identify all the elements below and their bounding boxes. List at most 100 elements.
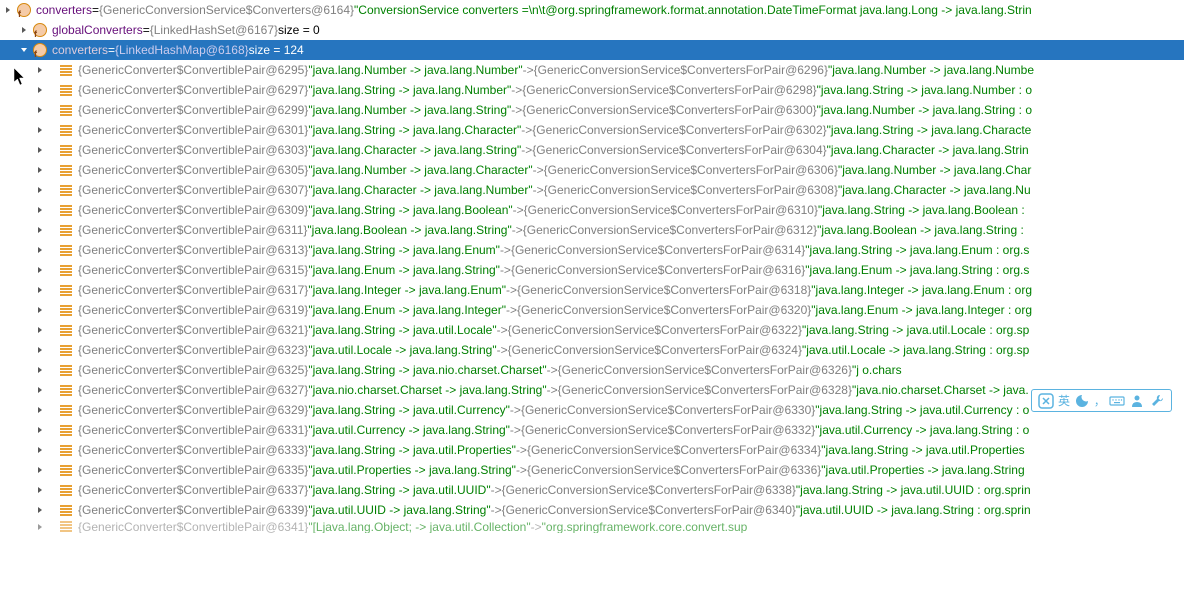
expand-arrow-icon[interactable] <box>32 282 48 298</box>
key-string: "java.lang.String -> java.lang.Boolean" <box>308 200 512 220</box>
expand-arrow-icon[interactable] <box>32 302 48 318</box>
tree-row[interactable]: {GenericConverter$ConvertiblePair@6325} … <box>0 360 1184 380</box>
tree-row[interactable]: {GenericConverter$ConvertiblePair@6335} … <box>0 460 1184 480</box>
tree-row[interactable]: {GenericConverter$ConvertiblePair@6331} … <box>0 420 1184 440</box>
expand-arrow-icon[interactable] <box>32 342 48 358</box>
expand-arrow-icon[interactable] <box>32 182 48 198</box>
ime-lang-label: 英 <box>1058 392 1070 409</box>
expand-arrow-icon[interactable] <box>32 362 48 378</box>
tree-row[interactable]: {GenericConverter$ConvertiblePair@6313} … <box>0 240 1184 260</box>
value-ref: {GenericConversionService$ConvertersForP… <box>521 400 815 420</box>
expand-arrow-icon[interactable] <box>32 382 48 398</box>
tree-row[interactable]: {GenericConverter$ConvertiblePair@6315} … <box>0 260 1184 280</box>
expand-arrow-icon[interactable] <box>32 442 48 458</box>
value-string: "java.lang.Number -> java.lang.Numbe <box>828 60 1034 80</box>
equals: = <box>108 40 115 60</box>
key-ref: {GenericConverter$ConvertiblePair@6341} <box>78 520 308 533</box>
arrow-sep: -> <box>510 400 521 420</box>
expand-arrow-icon[interactable] <box>32 242 48 258</box>
key-ref: {GenericConverter$ConvertiblePair@6313} <box>78 240 308 260</box>
tree-row[interactable]: {GenericConverter$ConvertiblePair@6329} … <box>0 400 1184 420</box>
expand-arrow-icon[interactable] <box>32 402 48 418</box>
value-ref: {GenericConversionService$ConvertersForP… <box>508 340 802 360</box>
tree-row[interactable]: {GenericConverter$ConvertiblePair@6341} … <box>0 520 1184 533</box>
expand-arrow-icon[interactable] <box>32 322 48 338</box>
expand-arrow-icon[interactable] <box>16 42 32 58</box>
field-name: globalConverters <box>52 20 143 40</box>
expand-arrow-icon[interactable] <box>0 2 16 18</box>
tree-row[interactable]: fglobalConverters = {LinkedHashSet@6167}… <box>0 20 1184 40</box>
ime-punct: ， <box>1094 393 1105 409</box>
expand-arrow-icon[interactable] <box>32 82 48 98</box>
tree-row[interactable]: {GenericConverter$ConvertiblePair@6301} … <box>0 120 1184 140</box>
expand-arrow-icon[interactable] <box>32 102 48 118</box>
tree-row[interactable]: {GenericConverter$ConvertiblePair@6333} … <box>0 440 1184 460</box>
value-string: "java.util.UUID -> java.lang.String : or… <box>796 500 1031 520</box>
expand-arrow-icon[interactable] <box>32 262 48 278</box>
tree-row[interactable]: {GenericConverter$ConvertiblePair@6317} … <box>0 280 1184 300</box>
tree-row[interactable]: {GenericConverter$ConvertiblePair@6319} … <box>0 300 1184 320</box>
arrow-sep: -> <box>516 460 527 480</box>
tree-row[interactable]: {GenericConverter$ConvertiblePair@6321} … <box>0 320 1184 340</box>
expand-arrow-icon[interactable] <box>16 22 32 38</box>
value-string: "java.lang.Number -> java.lang.String : … <box>817 100 1032 120</box>
value-ref: {GenericConversionService$ConvertersForP… <box>532 140 826 160</box>
arrow-sep: -> <box>511 100 522 120</box>
arrow-sep: -> <box>521 120 532 140</box>
debugger-tree[interactable]: fconverters = {GenericConversionService$… <box>0 0 1184 533</box>
value-ref: {GenericConversionService$ConvertersForP… <box>558 380 852 400</box>
arrow-sep: -> <box>512 220 523 240</box>
tree-row[interactable]: {GenericConverter$ConvertiblePair@6305} … <box>0 160 1184 180</box>
key-ref: {GenericConverter$ConvertiblePair@6323} <box>78 340 308 360</box>
tree-row[interactable]: {GenericConverter$ConvertiblePair@6311} … <box>0 220 1184 240</box>
value-string: "java.lang.String -> java.lang.Enum : or… <box>805 240 1029 260</box>
value-ref: {GenericConversionService$ConvertersForP… <box>517 280 811 300</box>
expand-arrow-icon[interactable] <box>32 502 48 518</box>
expand-arrow-icon[interactable] <box>32 142 48 158</box>
expand-arrow-icon[interactable] <box>32 222 48 238</box>
tree-row[interactable]: {GenericConverter$ConvertiblePair@6299} … <box>0 100 1184 120</box>
key-ref: {GenericConverter$ConvertiblePair@6335} <box>78 460 308 480</box>
tree-row[interactable]: {GenericConverter$ConvertiblePair@6307} … <box>0 180 1184 200</box>
ime-overlay[interactable]: 英 ， <box>1031 389 1172 412</box>
tree-row[interactable]: {GenericConverter$ConvertiblePair@6327} … <box>0 380 1184 400</box>
key-string: "java.lang.Integer -> java.lang.Enum" <box>308 280 506 300</box>
size-label: size = 124 <box>249 40 304 60</box>
key-string: "java.lang.String -> java.lang.Enum" <box>308 240 500 260</box>
tree-row[interactable]: {GenericConverter$ConvertiblePair@6295} … <box>0 60 1184 80</box>
value-ref: {GenericConversionService$ConvertersForP… <box>502 480 796 500</box>
expand-arrow-icon[interactable] <box>32 422 48 438</box>
tree-row[interactable]: {GenericConverter$ConvertiblePair@6323} … <box>0 340 1184 360</box>
arrow-sep: -> <box>491 500 502 520</box>
tree-row[interactable]: {GenericConverter$ConvertiblePair@6303} … <box>0 140 1184 160</box>
value-string: "java.lang.Boolean -> java.lang.String : <box>817 220 1024 240</box>
value-string: "java.util.Locale -> java.lang.String : … <box>802 340 1029 360</box>
expand-arrow-icon[interactable] <box>32 462 48 478</box>
tree-row[interactable]: {GenericConverter$ConvertiblePair@6339} … <box>0 500 1184 520</box>
key-ref: {GenericConverter$ConvertiblePair@6321} <box>78 320 308 340</box>
tree-row[interactable]: fconverters = {GenericConversionService$… <box>0 0 1184 20</box>
value-string: "org.springframework.core.convert.sup <box>542 520 748 533</box>
expand-arrow-icon[interactable] <box>32 202 48 218</box>
expand-arrow-icon[interactable] <box>32 62 48 78</box>
tree-row[interactable]: {GenericConverter$ConvertiblePair@6297} … <box>0 80 1184 100</box>
key-string: "java.lang.String -> java.util.Currency" <box>308 400 510 420</box>
expand-arrow-icon[interactable] <box>32 122 48 138</box>
value-string: "java.lang.Enum -> java.lang.String : or… <box>805 260 1029 280</box>
value-string: "java.lang.Enum -> java.lang.Integer : o… <box>811 300 1032 320</box>
ime-badge-icon <box>1038 393 1054 409</box>
key-ref: {GenericConverter$ConvertiblePair@6299} <box>78 100 308 120</box>
keyboard-icon <box>1109 393 1125 409</box>
arrow-sep: -> <box>497 320 508 340</box>
key-ref: {GenericConverter$ConvertiblePair@6311} <box>78 220 307 240</box>
expand-arrow-icon[interactable] <box>32 482 48 498</box>
tree-row[interactable]: {GenericConverter$ConvertiblePair@6337} … <box>0 480 1184 500</box>
expand-arrow-icon[interactable] <box>32 520 48 533</box>
arrow-sep: -> <box>513 200 524 220</box>
tree-row[interactable]: {GenericConverter$ConvertiblePair@6309} … <box>0 200 1184 220</box>
value-string: "java.lang.Character -> java.lang.Nu <box>838 180 1031 200</box>
tree-row[interactable]: fconverters = {LinkedHashMap@6168} size … <box>0 40 1184 60</box>
arrow-sep: -> <box>531 520 542 533</box>
expand-arrow-icon[interactable] <box>32 162 48 178</box>
value-ref: {GenericConversionService$ConvertersForP… <box>532 120 826 140</box>
